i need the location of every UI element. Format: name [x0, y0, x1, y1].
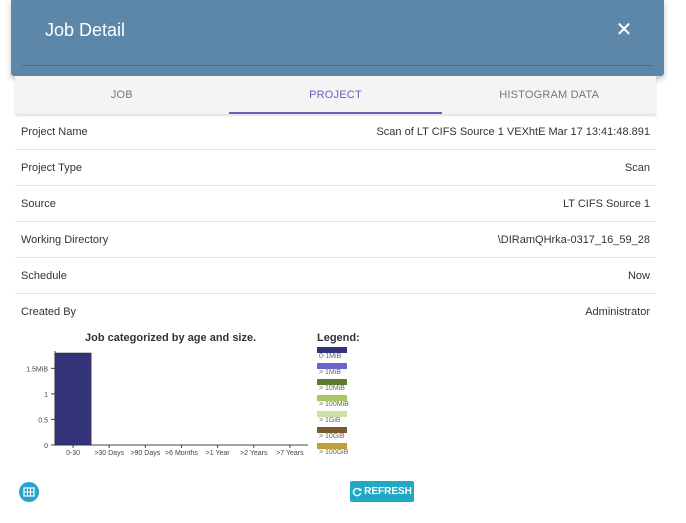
tab-bar: JOB PROJECT HISTOGRAM DATA: [15, 76, 656, 114]
dialog-header: Job Detail ✕: [11, 0, 664, 76]
legend-label: > 10GiB: [319, 433, 345, 440]
x-tick-label: >1 Year: [206, 450, 231, 457]
legend-label: 0-1MiB: [319, 353, 342, 360]
legend-title: Legend:: [317, 332, 360, 344]
legend-label: > 10MiB: [319, 385, 345, 392]
legend-label: > 1GiB: [319, 417, 341, 424]
detail-label: Source: [21, 197, 56, 210]
legend-item: > 10MiB: [316, 379, 366, 395]
x-tick-label: >6 Months: [165, 450, 198, 457]
legend-item: 0-1MiB: [316, 347, 366, 363]
refresh-label: REFRESH: [364, 486, 412, 497]
tab-histogram-data[interactable]: HISTOGRAM DATA: [442, 76, 656, 114]
grid-view-button[interactable]: [19, 482, 39, 502]
x-tick-label: >30 Days: [94, 450, 124, 457]
refresh-button[interactable]: REFRESH: [350, 481, 414, 502]
detail-label: Created By: [21, 306, 77, 318]
x-tick-label: 0-30: [66, 450, 80, 457]
detail-label: Project Name: [21, 125, 88, 138]
age-size-chart: Job categorized by age and size. 0 0.5 1 1.…: [15, 325, 315, 465]
chart-svg: 0 0.5 1 1.5MiB 0-30 >30 Days >90 Days >6 Months…: [26, 351, 308, 457]
tab-project[interactable]: PROJECT: [228, 76, 443, 114]
project-details: Project Name Scan of LT CIFS Source 1 VE…: [15, 114, 656, 330]
y-tick-label: 1.5MiB: [26, 366, 48, 373]
close-button[interactable]: ✕: [612, 18, 636, 42]
header-divider: [22, 65, 653, 66]
x-tick-label: >7 Years: [276, 450, 304, 457]
y-tick-label: 0: [44, 443, 48, 450]
y-tick-label: 1: [44, 392, 48, 399]
x-tick-label: >2 Years: [240, 450, 268, 457]
legend-item: > 1GiB: [316, 411, 366, 427]
detail-row-schedule: Schedule Now: [15, 258, 656, 294]
detail-value: Now: [627, 269, 650, 282]
chart-legend: 0-1MiB > 1MiB > 10MiB > 100MiB > 1GiB > 10GiB…: [316, 347, 366, 459]
detail-label: Working Directory: [21, 233, 109, 246]
detail-value: Administrator: [585, 306, 650, 318]
legend-label: > 1MiB: [319, 369, 341, 376]
y-tick-label: 0.5: [38, 417, 48, 424]
legend-item: > 100GiB: [316, 443, 366, 459]
refresh-icon: [352, 487, 362, 496]
detail-value: Scan: [624, 161, 650, 174]
detail-row-working-directory: Working Directory \DIRamQHrka-0317_16_59…: [15, 222, 656, 258]
dialog-title: Job Detail: [45, 20, 126, 40]
job-detail-dialog: Job Detail ✕ JOB PROJECT HISTOGRAM DATA …: [0, 0, 686, 523]
detail-value: \DIRamQHrka-0317_16_59_28: [497, 233, 650, 246]
legend-label: > 100MiB: [319, 401, 349, 408]
legend-label: > 100GiB: [319, 449, 349, 456]
detail-label: Schedule: [21, 269, 67, 282]
legend-item: > 10GiB: [316, 427, 366, 443]
tab-job[interactable]: JOB: [15, 76, 229, 114]
bar: [54, 352, 92, 446]
legend-item: > 100MiB: [316, 395, 366, 411]
detail-row-project-type: Project Type Scan: [15, 150, 656, 186]
grid-view-icon: [23, 487, 35, 497]
close-icon: ✕: [615, 19, 633, 41]
detail-row-source: Source LT CIFS Source 1: [15, 186, 656, 222]
legend-item: > 1MiB: [316, 363, 366, 379]
detail-row-project-name: Project Name Scan of LT CIFS Source 1 VE…: [15, 114, 656, 150]
detail-value: Scan of LT CIFS Source 1 VEXhtE Mar 17 1…: [376, 125, 650, 138]
detail-label: Project Type: [21, 161, 82, 174]
detail-value: LT CIFS Source 1: [562, 197, 650, 210]
x-tick-label: >90 Days: [130, 450, 160, 457]
